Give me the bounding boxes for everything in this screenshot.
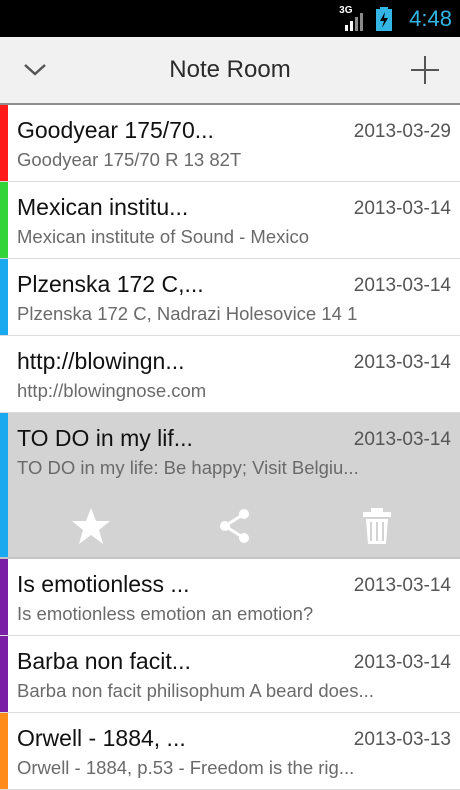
- note-title: Plzenska 172 C,...: [17, 271, 204, 297]
- note-color-stripe: [0, 105, 8, 181]
- note-date: 2013-03-13: [353, 729, 451, 750]
- note-date: 2013-03-14: [353, 275, 451, 296]
- delete-button[interactable]: [347, 501, 407, 551]
- trash-icon: [363, 508, 391, 544]
- note-item[interactable]: Is emotionless ... 2013-03-14 Is emotion…: [0, 559, 460, 636]
- note-date: 2013-03-29: [353, 121, 451, 142]
- note-preview: http://blowingnose.com: [17, 380, 207, 401]
- clock: 4:48: [409, 6, 452, 31]
- note-color-stripe: [0, 713, 8, 789]
- note-item[interactable]: Goodyear 175/70... 2013-03-29 Goodyear 1…: [0, 105, 460, 182]
- note-title: Goodyear 175/70...: [17, 117, 214, 143]
- note-preview: Is emotionless emotion an emotion?: [17, 603, 314, 624]
- note-date: 2013-03-14: [353, 652, 451, 673]
- note-item[interactable]: Barba non facit... 2013-03-14 Barba non …: [0, 636, 460, 713]
- note-preview: TO DO in my life: Be happy; Visit Belgiu…: [17, 457, 359, 478]
- note-preview: Plzenska 172 C, Nadrazi Holesovice 14 1: [17, 303, 358, 324]
- note-item[interactable]: http://blowingn... 2013-03-14 http://blo…: [0, 336, 460, 413]
- note-color-stripe: [0, 182, 8, 258]
- notes-list: Goodyear 175/70... 2013-03-29 Goodyear 1…: [0, 105, 460, 790]
- star-icon: [72, 508, 110, 544]
- note-title: http://blowingn...: [17, 348, 185, 374]
- note-title: Mexican institu...: [17, 194, 189, 220]
- note-color-stripe: [0, 259, 8, 335]
- note-date: 2013-03-14: [353, 575, 451, 596]
- note-item-selected[interactable]: TO DO in my lif... 2013-03-14 TO DO in m…: [0, 413, 460, 559]
- note-title: Is emotionless ...: [17, 571, 190, 597]
- note-date: 2013-03-14: [353, 429, 451, 450]
- note-preview: Mexican institute of Sound - Mexico: [17, 226, 310, 247]
- note-date: 2013-03-14: [353, 352, 451, 373]
- note-preview: Orwell - 1884, p.53 - Freedom is the rig…: [17, 757, 355, 778]
- note-color-stripe: [0, 559, 8, 635]
- add-note-button[interactable]: [390, 37, 460, 103]
- share-icon: [220, 509, 249, 543]
- note-color-stripe: [0, 336, 8, 412]
- plus-icon: [411, 56, 439, 84]
- note-preview: Goodyear 175/70 R 13 82T: [17, 149, 242, 170]
- note-title: Barba non facit...: [17, 648, 191, 674]
- note-item[interactable]: Orwell - 1884, ... 2013-03-13 Orwell - 1…: [0, 713, 460, 790]
- action-bar: Note Room: [0, 37, 460, 105]
- share-button[interactable]: [205, 501, 265, 551]
- note-title: Orwell - 1884, ...: [17, 725, 186, 751]
- note-item[interactable]: Mexican institu... 2013-03-14 Mexican in…: [0, 182, 460, 259]
- note-item[interactable]: Plzenska 172 C,... 2013-03-14 Plzenska 1…: [0, 259, 460, 336]
- status-bar: 3G 4:48: [0, 0, 460, 37]
- note-date: 2013-03-14: [353, 198, 451, 219]
- note-color-stripe: [0, 636, 8, 712]
- note-color-stripe: [0, 413, 8, 557]
- battery-charging-icon: [376, 6, 393, 31]
- status-indicators: 3G 4:48: [339, 4, 452, 33]
- favorite-button[interactable]: [61, 501, 121, 551]
- signal-icon: 3G: [339, 5, 365, 31]
- note-title: TO DO in my lif...: [17, 425, 193, 451]
- note-actions: [8, 501, 460, 551]
- note-preview: Barba non facit philisophum A beard does…: [17, 680, 374, 701]
